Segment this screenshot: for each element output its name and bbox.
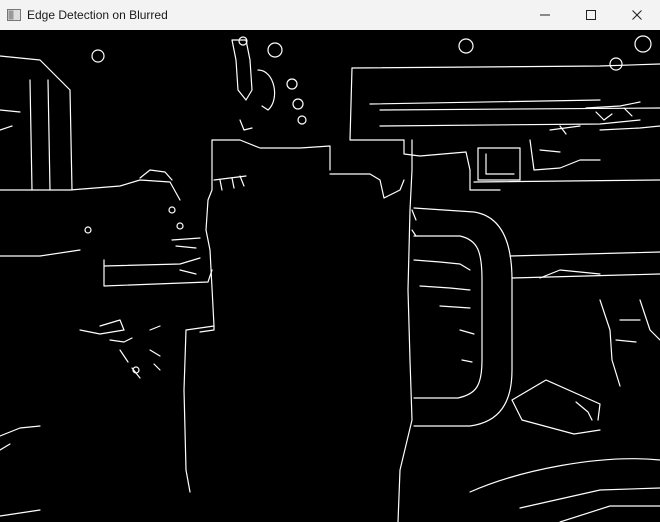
close-icon bbox=[632, 10, 642, 20]
title-bar[interactable]: Edge Detection on Blurred bbox=[0, 0, 660, 31]
maximize-icon bbox=[586, 10, 596, 20]
minimize-button[interactable] bbox=[522, 0, 568, 30]
window-title: Edge Detection on Blurred bbox=[27, 8, 168, 22]
close-button[interactable] bbox=[614, 0, 660, 30]
app-window: Edge Detection on Blurred bbox=[0, 0, 660, 522]
minimize-icon bbox=[540, 14, 550, 16]
edge-detection-image bbox=[0, 35, 660, 522]
window-controls bbox=[522, 0, 660, 30]
edge-image-canvas bbox=[0, 30, 660, 522]
app-window-icon bbox=[6, 7, 22, 23]
maximize-button[interactable] bbox=[568, 0, 614, 30]
